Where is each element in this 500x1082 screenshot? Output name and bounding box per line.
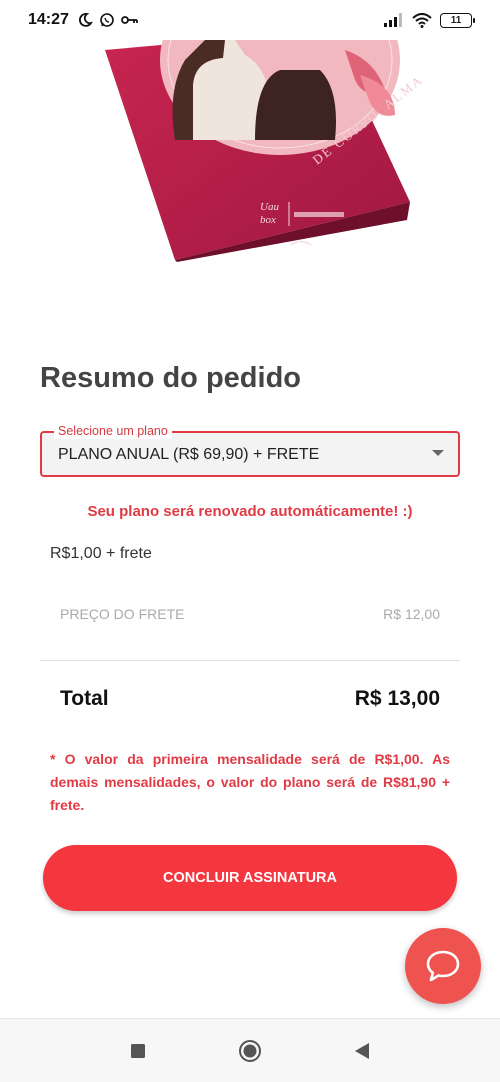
whatsapp-icon (100, 13, 114, 27)
total-row: Total R$ 13,00 (60, 687, 440, 711)
total-value: R$ 13,00 (354, 687, 440, 710)
status-time: 14:27 (28, 11, 69, 28)
recents-button[interactable] (123, 1036, 153, 1066)
chat-bubble-icon (426, 950, 460, 982)
moon-icon (78, 13, 93, 27)
plan-select[interactable]: Selecione um plano PLANO ANUAL (R$ 69,90… (40, 423, 460, 477)
shipping-value: R$ 12,00 (383, 606, 440, 622)
first-payment-footnote: * O valor da primeira mensalidade será d… (50, 751, 450, 813)
battery-icon: 11 (440, 12, 475, 28)
svg-text:Uau: Uau (260, 201, 279, 213)
divider (40, 660, 460, 661)
plan-price: R$1,00 + frete (50, 545, 152, 562)
shipping-label: PREÇO DO FRETE (60, 606, 185, 622)
product-box-image: DE CORPO, ALMA Uau box (105, 30, 425, 262)
chat-button[interactable] (405, 928, 481, 1004)
order-summary-title: Resumo do pedido (40, 362, 301, 394)
total-label: Total (60, 687, 109, 710)
recents-icon (131, 1043, 145, 1058)
wifi-icon (412, 12, 432, 28)
home-button[interactable] (235, 1036, 265, 1066)
auto-renew-note: Seu plano será renovado automáticamente!… (87, 503, 413, 520)
dropdown-arrow-icon (432, 450, 444, 456)
key-icon (121, 16, 138, 24)
complete-subscription-button[interactable]: CONCLUIR ASSINATURA (43, 845, 457, 911)
plan-select-value: PLANO ANUAL (R$ 69,90) + FRETE (58, 446, 320, 463)
status-bar: 14:27 11 (0, 0, 500, 40)
battery-level: 11 (450, 14, 462, 26)
home-icon (239, 1039, 261, 1062)
back-button[interactable] (347, 1036, 377, 1066)
system-nav-bar (0, 1018, 500, 1082)
svg-text:box: box (260, 214, 276, 226)
back-icon (355, 1042, 369, 1059)
plan-select-label: Selecione um plano (54, 423, 172, 439)
shipping-row: PREÇO DO FRETE R$ 12,00 (60, 606, 440, 622)
signal-icon (384, 13, 402, 27)
